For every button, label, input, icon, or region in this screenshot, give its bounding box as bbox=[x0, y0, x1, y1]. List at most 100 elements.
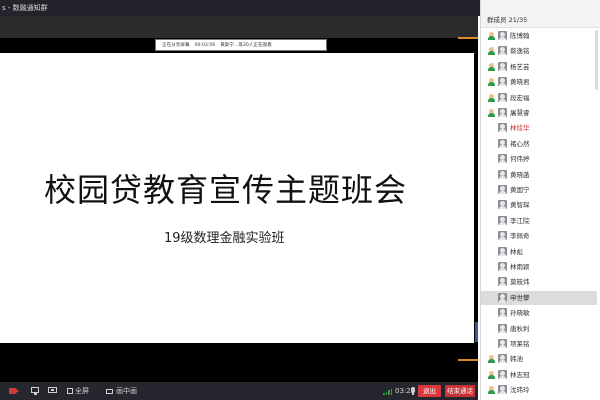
present-screen-icon[interactable] bbox=[48, 382, 58, 400]
avatar bbox=[498, 308, 507, 318]
avatar bbox=[498, 385, 507, 395]
avatar bbox=[498, 246, 507, 256]
member-name: 李江院 bbox=[510, 216, 530, 225]
member-name: 林彪 bbox=[510, 247, 523, 256]
member-row[interactable]: 孙晓敏 bbox=[481, 306, 597, 320]
screen-share-status-bar: 正在分享屏幕 00:03:56 黄斯宁...等20人正在观看 bbox=[155, 39, 327, 51]
member-icon bbox=[488, 47, 495, 56]
member-name: 黄晓君 bbox=[510, 78, 530, 87]
member-row[interactable]: 何伟婷 bbox=[481, 152, 597, 166]
member-name: 项莱铭 bbox=[510, 340, 530, 348]
member-name: 蔡逸铭 bbox=[510, 47, 530, 56]
slide-title: 校园贷教育宣传主题班会 bbox=[44, 171, 408, 209]
share-timer: 00:03:56 bbox=[194, 42, 216, 48]
member-row[interactable]: 黄晓菡 bbox=[481, 168, 597, 182]
member-row[interactable]: 林雨颖 bbox=[481, 260, 597, 274]
avatar bbox=[498, 92, 507, 102]
avatar bbox=[498, 61, 507, 71]
member-row[interactable]: 沈玮玲 bbox=[481, 383, 597, 397]
avatar bbox=[498, 262, 507, 271]
member-count: 群成员 21/35 bbox=[487, 16, 528, 24]
picture-in-picture-icon bbox=[106, 388, 113, 394]
picture-in-picture-label: 画中画 bbox=[116, 387, 137, 395]
avatar bbox=[498, 31, 507, 40]
avatar bbox=[498, 108, 507, 117]
member-row[interactable]: 李江院 bbox=[481, 214, 597, 228]
slide-subtitle: 19级数理金融实验班 bbox=[164, 231, 285, 246]
member-name: 褚心然 bbox=[510, 139, 530, 148]
avatar bbox=[498, 169, 507, 179]
member-row[interactable]: 褚心然 bbox=[481, 137, 597, 151]
picture-in-picture-button[interactable]: 画中画 bbox=[106, 382, 137, 400]
member-name: 莫筱炜 bbox=[510, 278, 530, 287]
member-row[interactable]: 林彪 bbox=[481, 245, 597, 259]
signal-icon bbox=[383, 382, 392, 400]
avatar bbox=[498, 77, 507, 87]
microphone-icon[interactable] bbox=[411, 382, 416, 400]
member-row[interactable]: 林炫华 bbox=[481, 121, 597, 135]
share-viewers: 黄斯宁...等20人正在观看 bbox=[220, 43, 272, 48]
monitor-icon[interactable] bbox=[31, 382, 40, 400]
avatar bbox=[498, 123, 507, 133]
edge-marker bbox=[458, 359, 478, 361]
avatar bbox=[498, 46, 507, 56]
member-row[interactable]: 项莱铭 bbox=[481, 337, 597, 351]
member-row[interactable]: 黄国宁 bbox=[481, 183, 597, 197]
member-row[interactable]: 韩池 bbox=[481, 352, 597, 366]
avatar bbox=[498, 292, 507, 302]
member-row[interactable]: 段宏福 bbox=[481, 91, 597, 105]
camera-icon[interactable] bbox=[9, 382, 20, 400]
fullscreen-button[interactable]: 全屏 bbox=[67, 382, 89, 400]
member-row[interactable]: 林志冠 bbox=[481, 368, 597, 382]
member-row[interactable]: 屠慧睿 bbox=[481, 106, 597, 120]
edge-marker bbox=[458, 37, 478, 39]
title-bar: s - 数融通知群 bbox=[0, 0, 480, 16]
avatar bbox=[498, 369, 507, 379]
member-name: 杨艺芸 bbox=[510, 62, 530, 71]
avatar bbox=[498, 138, 507, 148]
member-icon bbox=[488, 370, 495, 379]
avatar bbox=[498, 154, 507, 164]
member-name: 黄晓菡 bbox=[510, 170, 530, 179]
member-icon bbox=[488, 109, 495, 117]
member-icon bbox=[488, 32, 495, 40]
member-row[interactable]: 莫筱炜 bbox=[481, 275, 597, 289]
member-name: 黄国宁 bbox=[510, 186, 530, 194]
member-name: 陈博翰 bbox=[510, 32, 530, 40]
avatar bbox=[498, 339, 507, 348]
member-name: 申世攀 bbox=[510, 293, 530, 302]
member-name: 沈玮玲 bbox=[510, 386, 530, 395]
share-top-strip bbox=[0, 16, 478, 38]
member-row[interactable]: 蔡逸铭 bbox=[481, 44, 597, 58]
window-title: s - 数融通知群 bbox=[2, 4, 48, 12]
member-name: 韩池 bbox=[510, 355, 523, 364]
member-name: 林雨颖 bbox=[510, 263, 530, 271]
member-icon bbox=[488, 386, 495, 395]
member-row[interactable]: 陈博翰 bbox=[481, 29, 597, 43]
member-icon bbox=[488, 93, 495, 102]
member-row[interactable]: 黄智琛 bbox=[481, 198, 597, 212]
member-icon bbox=[488, 78, 495, 87]
exit-button[interactable]: 退出 bbox=[418, 385, 441, 397]
avatar bbox=[498, 200, 507, 210]
fullscreen-icon bbox=[67, 388, 73, 394]
avatar bbox=[498, 185, 507, 194]
member-sidebar: 群成员 21/35 陈博翰蔡逸铭杨艺芸黄晓君段宏福屠慧睿林炫华褚心然何伟婷黄晓菡… bbox=[480, 0, 600, 400]
avatar bbox=[498, 231, 507, 241]
member-row[interactable]: 申世攀 bbox=[481, 290, 597, 305]
avatar bbox=[498, 354, 507, 364]
call-toolbar: 全屏 画中画 03:23 退出 结束通话 bbox=[0, 382, 478, 400]
member-row[interactable]: 杨艺芸 bbox=[481, 60, 597, 74]
share-status: 正在分享屏幕 bbox=[162, 43, 190, 48]
member-row[interactable]: 李佩奇 bbox=[481, 229, 597, 243]
shared-slide: 校园贷教育宣传主题班会 19级数理金融实验班 bbox=[0, 53, 474, 343]
member-name: 黄智琛 bbox=[510, 201, 530, 210]
member-row[interactable]: 唐秋利 bbox=[481, 322, 597, 336]
member-row[interactable]: 黄晓君 bbox=[481, 75, 597, 89]
member-name: 段宏福 bbox=[510, 93, 530, 102]
member-name: 林志冠 bbox=[510, 370, 530, 379]
member-name: 林炫华 bbox=[510, 124, 530, 133]
member-list-header: 群成员 21/35 bbox=[481, 0, 600, 28]
end-call-button[interactable]: 结束通话 bbox=[445, 385, 475, 397]
side-drawer-tab[interactable] bbox=[475, 322, 478, 342]
